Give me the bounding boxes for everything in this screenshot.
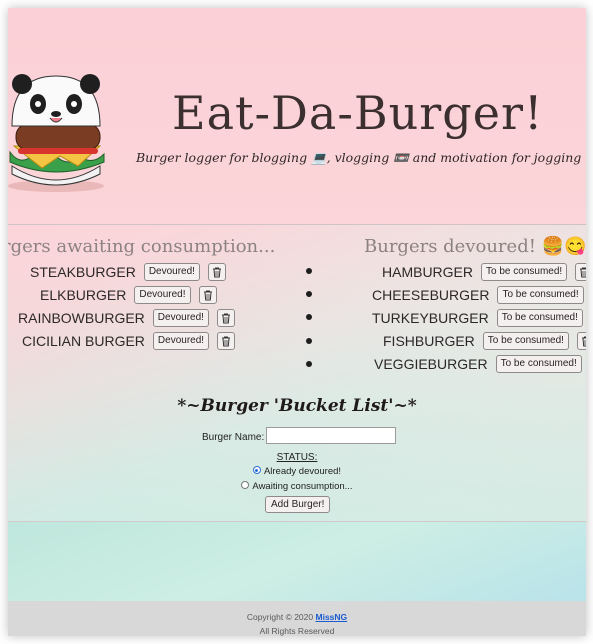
add-burger-button[interactable]: Add Burger! [265, 496, 331, 513]
page-title: Eat-Da-Burger! [172, 86, 544, 140]
author-link[interactable]: MissNG [316, 612, 348, 622]
trash-icon[interactable] [216, 309, 235, 327]
burger-name: STEAKBURGER [30, 264, 136, 280]
page-subtitle: Burger logger for blogging 💻, vlogging 📼… [136, 150, 586, 165]
panda-burger-logo [8, 74, 105, 192]
to-be-consumed-button[interactable]: To be consumed! [482, 332, 569, 350]
list-bullet [306, 338, 312, 344]
lower-background [8, 522, 586, 601]
form-title: *~Burger 'Bucket List'~* [177, 396, 417, 416]
list-item: RAINBOWBURGER Devoured! [18, 309, 235, 327]
burger-name: CHEESEBURGER [372, 287, 490, 303]
devoured-button[interactable]: Devoured! [143, 263, 200, 281]
radio-label-awaiting: Awaiting consumption... [252, 481, 353, 492]
burger-name-label: Burger Name: [202, 432, 265, 443]
awaiting-heading: rgers awaiting consumption... [8, 236, 276, 257]
to-be-consumed-button[interactable]: To be consumed! [481, 263, 568, 281]
devoured-button[interactable]: Devoured! [152, 309, 209, 327]
trash-icon[interactable] [576, 332, 586, 350]
burger-name: TURKEYBURGER [372, 310, 489, 326]
page-frame: Eat-Da-Burger! Burger logger for bloggin… [8, 8, 586, 636]
list-bullet [306, 314, 312, 320]
list-item: HAMBURGER To be consumed! [382, 263, 586, 281]
list-item: STEAKBURGER Devoured! [30, 263, 226, 281]
trash-icon[interactable] [198, 286, 217, 304]
to-be-consumed-button[interactable]: To be consumed! [496, 309, 583, 327]
burger-name: FISHBURGER [383, 333, 475, 349]
footer-rights: All Rights Reserved [259, 626, 335, 636]
radio-button-awaiting[interactable] [241, 481, 250, 490]
burger-name: CICILIAN BURGER [22, 333, 145, 349]
copyright-text: Copyright © 2020 [246, 612, 314, 622]
list-item: ELKBURGER Devoured! [40, 286, 217, 304]
list-item: CHEESEBURGER To be consumed! [372, 286, 586, 304]
radio-button-devoured[interactable] [252, 466, 261, 475]
list-bullet [306, 361, 312, 367]
to-be-consumed-button[interactable]: To be consumed! [497, 286, 584, 304]
trash-icon[interactable] [217, 332, 236, 350]
radio-label-devoured: Already devoured! [263, 466, 342, 477]
radio-option-devoured[interactable]: Already devoured! [8, 466, 586, 477]
burger-name: RAINBOWBURGER [18, 310, 145, 326]
list-bullet [306, 291, 312, 297]
devoured-heading: Burgers devoured! 🍔😋 [364, 236, 586, 257]
burger-name-input[interactable] [266, 427, 396, 444]
devoured-button[interactable]: Devoured! [134, 286, 191, 304]
header-jumbotron: Eat-Da-Burger! Burger logger for bloggin… [8, 8, 586, 225]
list-bullet [306, 268, 312, 274]
list-item: CICILIAN BURGER Devoured! [22, 332, 236, 350]
trash-icon[interactable] [207, 263, 226, 281]
devoured-button[interactable]: Devoured! [152, 332, 210, 350]
radio-option-awaiting[interactable]: Awaiting consumption... [8, 481, 586, 492]
burger-name: ELKBURGER [40, 287, 127, 303]
burger-name: HAMBURGER [382, 264, 474, 280]
to-be-consumed-button[interactable]: To be consumed! [495, 355, 582, 373]
footer: Copyright © 2020 MissNG All Rights Reser… [8, 601, 586, 636]
list-item: FISHBURGER To be consumed! [383, 332, 586, 350]
status-label: STATUS: [276, 452, 318, 463]
list-item: TURKEYBURGER To be consumed! [372, 309, 586, 327]
list-item: VEGGIEBURGER To be consumed! [374, 355, 586, 373]
footer-copyright: Copyright © 2020 MissNG [8, 612, 586, 622]
trash-icon[interactable] [575, 263, 586, 281]
burger-name: VEGGIEBURGER [374, 356, 488, 372]
